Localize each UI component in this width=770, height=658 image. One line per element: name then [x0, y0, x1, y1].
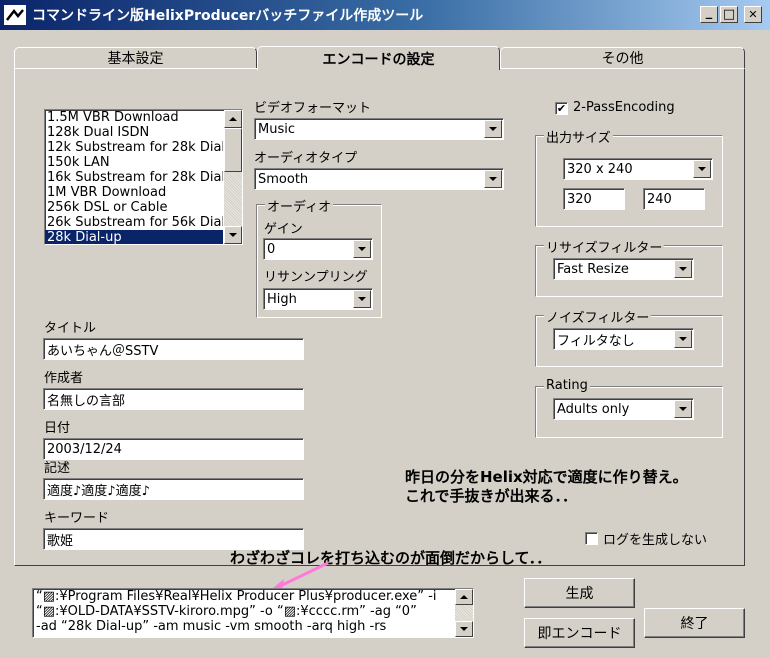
- annotation-text: 昨日の分をHelix対応で適度に作り替え。: [405, 468, 688, 486]
- minimize-button[interactable]: _: [700, 6, 718, 23]
- gain-select[interactable]: 0: [263, 238, 373, 260]
- output-size-group: 出力サイズ: [535, 127, 723, 227]
- annotation-text: これで手抜きが出来る．．: [405, 487, 578, 505]
- resample-select[interactable]: High: [263, 288, 373, 310]
- no-log-checkbox[interactable]: [585, 532, 598, 545]
- chevron-down-icon: [679, 337, 687, 341]
- dropdown-button[interactable]: [353, 290, 371, 308]
- audience-list-scrollbar[interactable]: [224, 110, 242, 244]
- command-scrollbar[interactable]: [455, 589, 473, 637]
- chevron-down-icon: [489, 177, 497, 181]
- close-icon: ✕: [748, 8, 758, 21]
- close-button[interactable]: ✕: [744, 6, 762, 23]
- author-label: 作成者: [44, 371, 84, 386]
- audio-type-select[interactable]: Smooth: [254, 168, 504, 190]
- resample-label: リサンンプリング: [264, 270, 368, 285]
- chevron-down-icon: [358, 297, 366, 301]
- noise-filter-title: ノイズフィルター: [544, 307, 652, 326]
- output-size-select[interactable]: 320 x 240: [563, 158, 713, 180]
- list-item[interactable]: 256k DSL or Cable: [45, 200, 223, 215]
- chevron-down-icon: [358, 247, 366, 251]
- dropdown-button[interactable]: [484, 120, 502, 138]
- command-line: “▨:¥OLD-DATA¥SSTV-kiroro.mpg” -o “▨:¥ccc…: [36, 604, 417, 619]
- tab-basic-settings[interactable]: 基本設定: [14, 47, 257, 69]
- maximize-button[interactable]: □: [720, 6, 738, 23]
- dropdown-button[interactable]: [674, 260, 692, 278]
- resize-filter-title: リサイズフィルター: [544, 237, 665, 256]
- resize-filter-select[interactable]: Fast Resize: [553, 258, 694, 280]
- command-line: “▨:¥Program Files¥Real¥Helix Producer Pl…: [36, 589, 437, 604]
- output-size-title: 出力サイズ: [544, 127, 613, 146]
- list-item[interactable]: 1M VBR Download: [45, 185, 223, 200]
- exit-button[interactable]: 終了: [644, 608, 745, 638]
- audio-group-title: オーディオ: [265, 196, 334, 215]
- list-item[interactable]: 12k Substream for 28k Dial-up: [45, 140, 223, 155]
- audio-type-label: オーディオタイプ: [254, 151, 358, 166]
- dropdown-button[interactable]: [674, 400, 692, 418]
- rating-title: Rating: [544, 378, 590, 393]
- dropdown-button[interactable]: [484, 170, 502, 188]
- output-width-input[interactable]: 320: [563, 188, 625, 210]
- dropdown-button[interactable]: [353, 240, 371, 258]
- list-item[interactable]: 26k Substream for 56k Dial-up: [45, 215, 223, 230]
- maximize-icon: □: [722, 7, 736, 22]
- tab-encode-settings[interactable]: エンコードの設定: [257, 46, 500, 70]
- scroll-up-button[interactable]: [224, 110, 242, 128]
- chevron-down-icon: [460, 627, 468, 631]
- no-log-label: ログを生成しない: [603, 533, 708, 548]
- chevron-down-icon: [679, 407, 687, 411]
- chevron-down-icon: [698, 167, 706, 171]
- encode-now-button[interactable]: 即エンコード: [524, 618, 635, 648]
- list-item[interactable]: 150k LAN: [45, 155, 223, 170]
- chevron-down-icon: [229, 233, 237, 237]
- command-output-textarea[interactable]: “▨:¥Program Files¥Real¥Helix Producer Pl…: [32, 588, 474, 638]
- scroll-down-button[interactable]: [224, 226, 242, 244]
- keyword-label: キーワード: [44, 511, 110, 526]
- chevron-down-icon: [679, 267, 687, 271]
- generate-button[interactable]: 生成: [524, 578, 635, 608]
- dropdown-button[interactable]: [693, 160, 711, 178]
- rating-select[interactable]: Adults only: [553, 398, 694, 420]
- gain-label: ゲイン: [264, 222, 303, 237]
- chevron-up-icon: [229, 117, 237, 121]
- list-item[interactable]: 128k Dual ISDN: [45, 125, 223, 140]
- dropdown-button[interactable]: [674, 330, 692, 348]
- checkmark-icon: ✔: [556, 102, 567, 115]
- minimize-icon: _: [705, 4, 713, 20]
- video-format-select[interactable]: Music: [254, 118, 504, 140]
- chevron-down-icon: [489, 127, 497, 131]
- audience-list[interactable]: 1.5M VBR Download 128k Dual ISDN 12k Sub…: [44, 109, 243, 245]
- two-pass-checkbox[interactable]: ✔: [555, 102, 568, 115]
- list-item-selected[interactable]: 28k Dial-up: [45, 230, 223, 244]
- description-label: 記述: [44, 461, 71, 476]
- command-line: -ad “28k Dial-up” -am music -vm smooth -…: [36, 619, 387, 634]
- author-input[interactable]: 名無しの言部: [43, 388, 304, 410]
- scroll-thumb[interactable]: [224, 128, 242, 172]
- noise-filter-select[interactable]: フィルタなし: [553, 328, 694, 350]
- title-input[interactable]: あいちゃん＠SSTV: [43, 338, 304, 360]
- scroll-down-button[interactable]: [455, 621, 473, 637]
- list-item[interactable]: 1.5M VBR Download: [45, 110, 223, 125]
- tab-other[interactable]: その他: [500, 47, 745, 69]
- chevron-up-icon: [460, 595, 468, 599]
- two-pass-label: 2-PassEncoding: [573, 100, 675, 115]
- scroll-up-button[interactable]: [455, 589, 473, 605]
- app-icon: [4, 5, 26, 25]
- date-input[interactable]: 2003/12/24: [43, 438, 304, 460]
- description-input[interactable]: 適度♪適度♪適度♪: [43, 478, 304, 500]
- title-bar: コマンドライン版HelixProducerバッチファイル作成ツール: [0, 0, 770, 30]
- video-format-label: ビデオフォーマット: [254, 101, 372, 116]
- window-title: コマンドライン版HelixProducerバッチファイル作成ツール: [32, 8, 424, 24]
- list-item[interactable]: 16k Substream for 28k Dial-up: [45, 170, 223, 185]
- output-height-input[interactable]: 240: [643, 188, 705, 210]
- date-label: 日付: [44, 421, 71, 436]
- title-label: タイトル: [44, 321, 97, 336]
